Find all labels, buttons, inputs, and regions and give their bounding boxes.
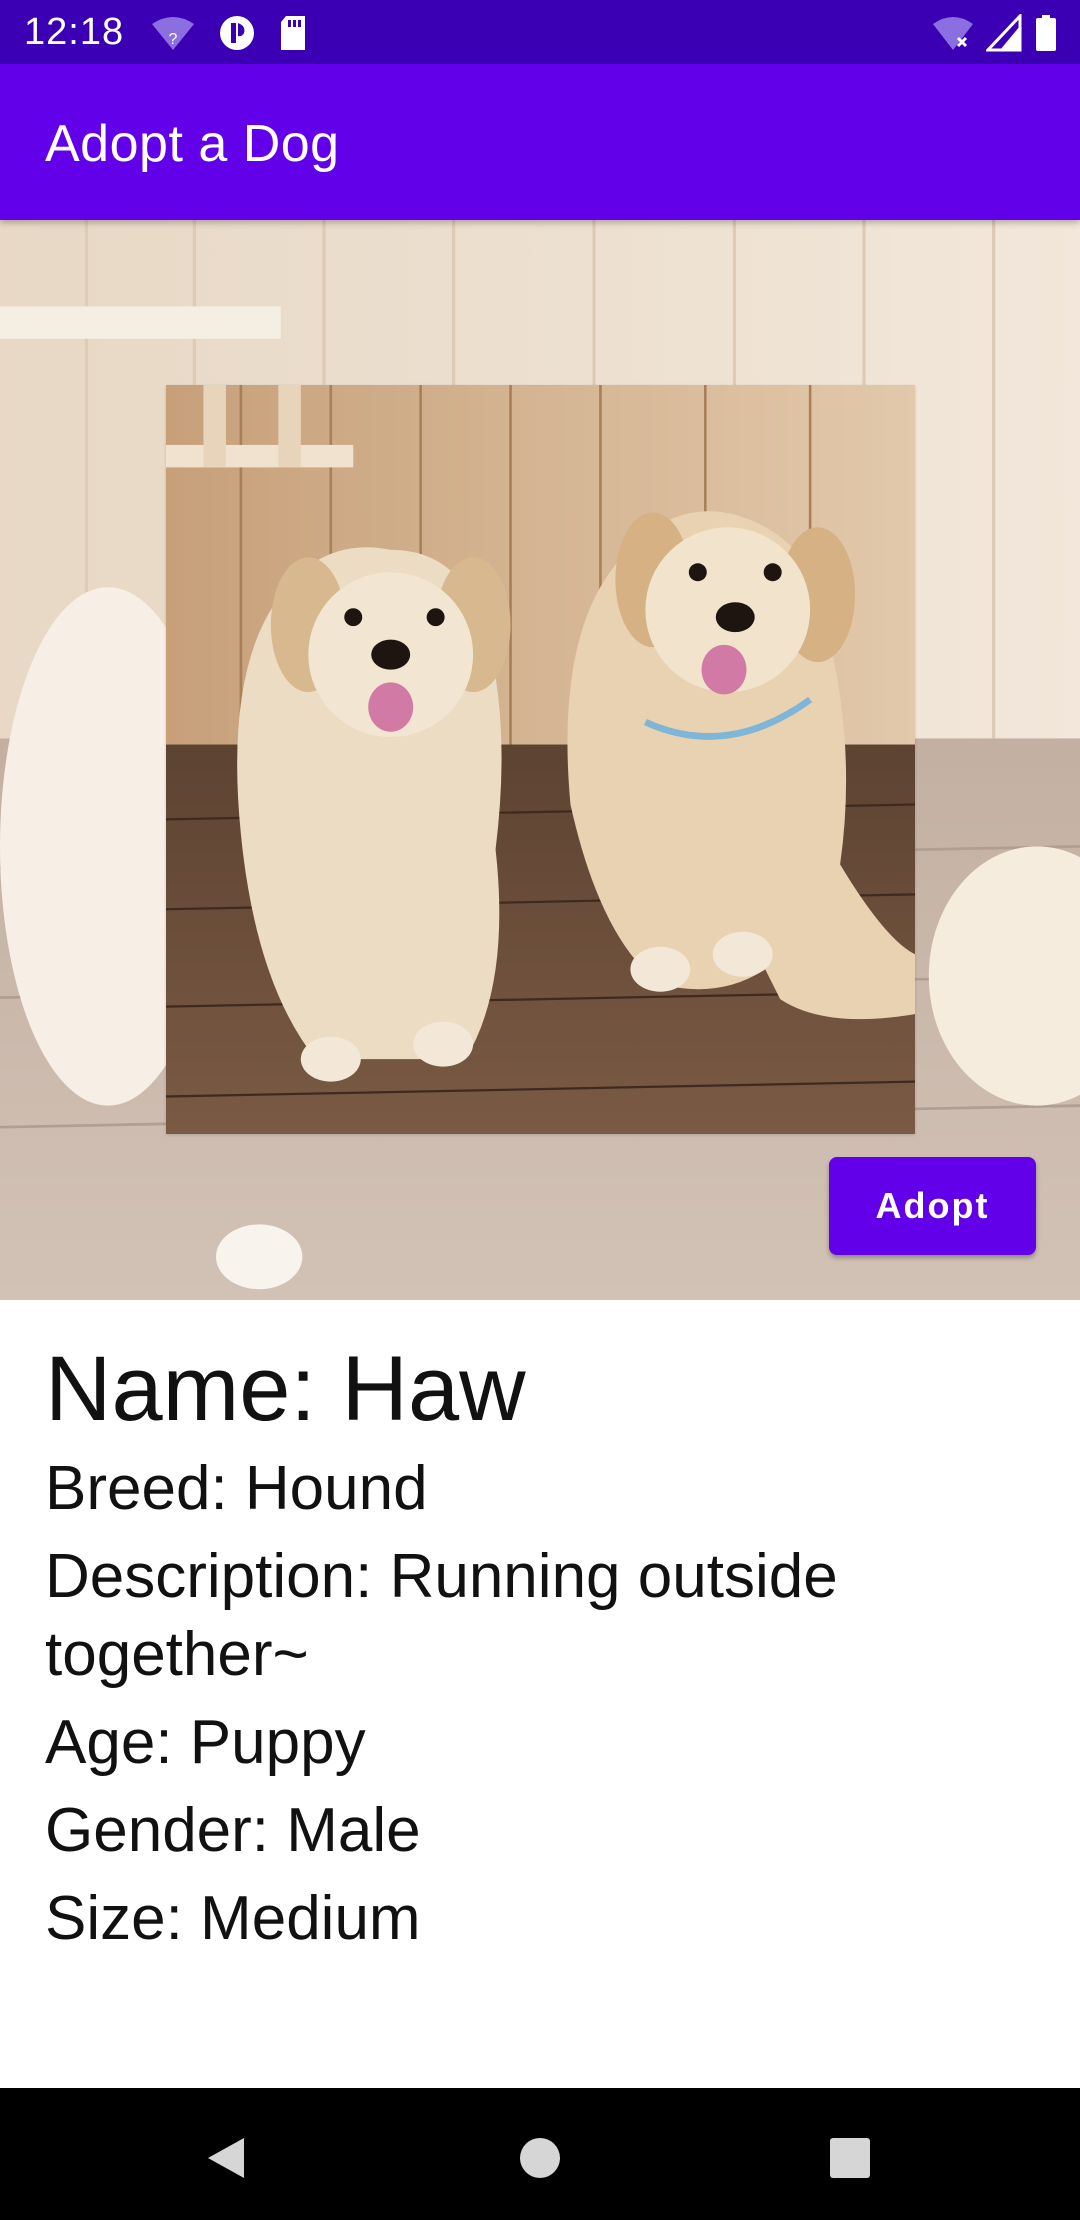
app-title: Adopt a Dog (45, 115, 340, 173)
dog-photo (166, 385, 915, 1134)
status-time: 12:18 (24, 11, 125, 53)
status-left-icons: ? (150, 14, 308, 52)
sd-card-icon (278, 14, 308, 52)
data-saver-icon (218, 14, 256, 52)
navigation-bar (0, 2088, 1080, 2220)
back-icon[interactable] (196, 2128, 256, 2188)
dog-hero (0, 220, 1080, 1300)
status-bar: 12:18 ? (0, 0, 1080, 64)
signal-icon (986, 14, 1022, 52)
wifi-off-icon (932, 14, 974, 52)
app-bar: Adopt a Dog (0, 64, 1080, 220)
dog-name: Name: Haw (45, 1338, 526, 1440)
dog-age: Age: Puppy (45, 1708, 366, 1777)
battery-icon (1034, 14, 1058, 52)
recent-apps-icon[interactable] (820, 2128, 880, 2188)
adopt-button[interactable]: Adopt (829, 1157, 1036, 1255)
home-icon[interactable] (510, 2128, 570, 2188)
dog-description: Description: Running outside together~ (45, 1542, 838, 1689)
dog-breed: Breed: Hound (45, 1454, 428, 1523)
status-right-icons (932, 14, 1058, 52)
dog-details: Name: Haw Breed: Hound Description: Runn… (45, 1330, 1035, 1968)
dog-gender: Gender: Male (45, 1796, 421, 1865)
wifi-question-icon: ? (150, 14, 196, 52)
svg-text:?: ? (169, 31, 178, 48)
screen: 12:18 ? Adopt a Dog Adopt Name: Haw Bree… (0, 0, 1080, 2220)
dog-size: Size: Medium (45, 1884, 421, 1953)
